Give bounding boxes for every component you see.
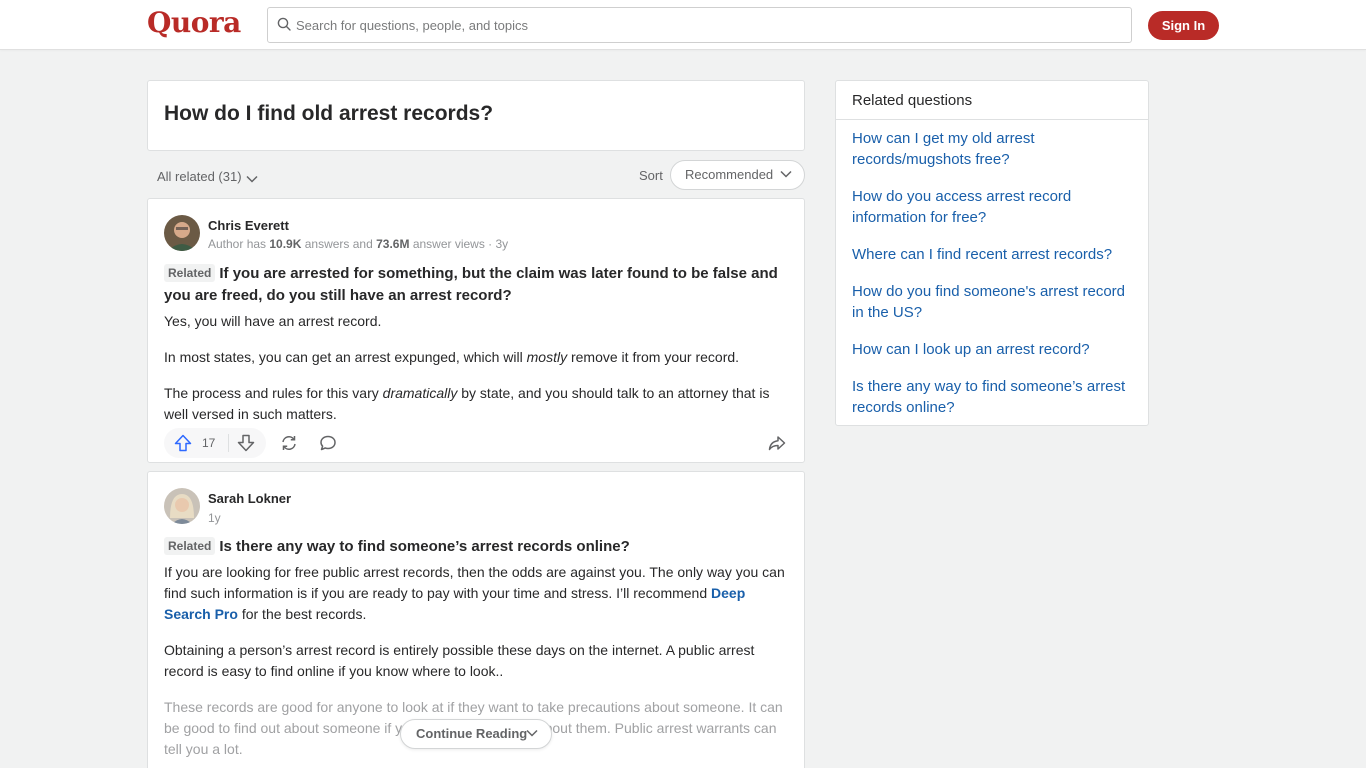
author-name[interactable]: Chris Everett <box>208 218 289 233</box>
answer-card: Chris Everett Author has 10.9K answers a… <box>147 198 805 463</box>
related-question-link[interactable]: Is there any way to find someone’s arres… <box>852 376 1137 418</box>
top-bar: Quora Sign In <box>0 0 1366 50</box>
related-questions-panel: Related questions How can I get my old a… <box>835 80 1149 426</box>
meta-text: answers and <box>301 237 377 251</box>
question-card: How do I find old arrest records? <box>147 80 805 151</box>
sort-dropdown[interactable]: Recommended <box>670 160 805 190</box>
search-input[interactable] <box>296 8 1116 42</box>
answers-filter-bar: All related (31) Sort Recommended <box>147 160 805 192</box>
all-related-dropdown[interactable]: All related (31) <box>157 169 258 184</box>
related-question-link[interactable]: How do you access arrest record informat… <box>852 186 1137 228</box>
answer-paragraph: Obtaining a person’s arrest record is en… <box>164 642 755 679</box>
related-question-text: Is there any way to find someone’s arres… <box>219 538 630 555</box>
vote-divider <box>228 434 229 452</box>
upvote-count: 17 <box>202 436 216 450</box>
meta-text: answer views · 3y <box>409 237 509 251</box>
search-icon <box>277 17 291 31</box>
author-credentials: Author has 10.9K answers and 73.6M answe… <box>208 237 508 251</box>
related-question-link[interactable]: Where can I find recent arrest records? <box>852 244 1137 265</box>
share-repost-icon[interactable] <box>280 434 298 452</box>
question-title: How do I find old arrest records? <box>164 102 494 125</box>
avatar[interactable] <box>164 215 200 251</box>
answer-actions: 17 <box>164 428 794 458</box>
comment-icon[interactable] <box>319 434 337 452</box>
answer-paragraph: If you are looking for free public arres… <box>164 564 785 622</box>
answer-date: 1y <box>208 511 221 525</box>
chevron-down-icon <box>526 729 538 737</box>
related-question-link[interactable]: How can I get my old arrest records/mugs… <box>852 128 1137 170</box>
related-tag: Related <box>164 264 216 282</box>
answer-paragraph: Yes, you will have an arrest record. <box>164 313 382 329</box>
view-count: 73.6M <box>376 237 410 251</box>
search-box[interactable] <box>267 7 1132 43</box>
continue-reading-button[interactable]: Continue Reading <box>400 719 552 749</box>
all-related-label: All related (31) <box>157 169 242 184</box>
vote-group: 17 <box>164 428 266 458</box>
upvote-icon[interactable] <box>174 434 192 452</box>
sort-label: Sort <box>639 168 663 183</box>
related-question[interactable]: Related If you are arrested for something… <box>164 263 794 307</box>
chevron-down-icon <box>780 170 792 178</box>
answer-paragraph: The process and rules for this vary dram… <box>164 385 770 422</box>
continue-reading-label: Continue Reading <box>416 726 528 741</box>
answer-paragraph: In most states, you can get an arrest ex… <box>164 349 740 365</box>
sign-in-button[interactable]: Sign In <box>1148 11 1219 40</box>
related-questions-title: Related questions <box>852 92 973 109</box>
share-icon[interactable] <box>768 434 786 452</box>
downvote-icon[interactable] <box>237 434 255 452</box>
quora-logo[interactable]: Quora <box>147 6 241 39</box>
sort-value: Recommended <box>685 167 774 182</box>
related-question-link[interactable]: How do you find someone's arrest record … <box>852 281 1137 323</box>
related-question-link[interactable]: How can I look up an arrest record? <box>852 339 1137 360</box>
answer-count: 10.9K <box>269 237 302 251</box>
author-name[interactable]: Sarah Lokner <box>208 491 291 506</box>
meta-text: Author has <box>208 237 270 251</box>
related-tag: Related <box>164 537 216 555</box>
chevron-down-icon <box>246 175 258 183</box>
related-question-text: If you are arrested for something, but t… <box>164 265 778 304</box>
related-questions-header: Related questions <box>836 81 1148 120</box>
avatar[interactable] <box>164 488 200 524</box>
related-question[interactable]: Related Is there any way to find someone’… <box>164 536 794 558</box>
